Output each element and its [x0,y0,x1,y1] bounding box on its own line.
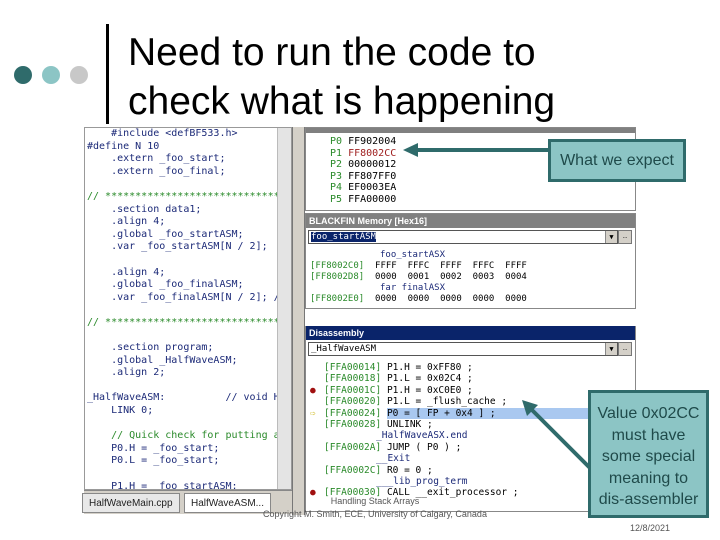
footer-date: 12/8/2021 [629,523,671,533]
callout-what-we-expect: What we expect [548,139,686,182]
callout-line: dis-assembler [598,491,699,508]
callout-value-meaning: Value 0x02CC must have some special meaning… [588,390,709,518]
arrowhead-icon [403,143,418,157]
callout-line: some special [601,448,696,465]
arrow-to-disassembly [528,406,594,472]
callout-line: meaning to [608,469,689,487]
callout-line: Value 0x02CC [597,405,700,422]
callout-line: must have [611,426,686,444]
